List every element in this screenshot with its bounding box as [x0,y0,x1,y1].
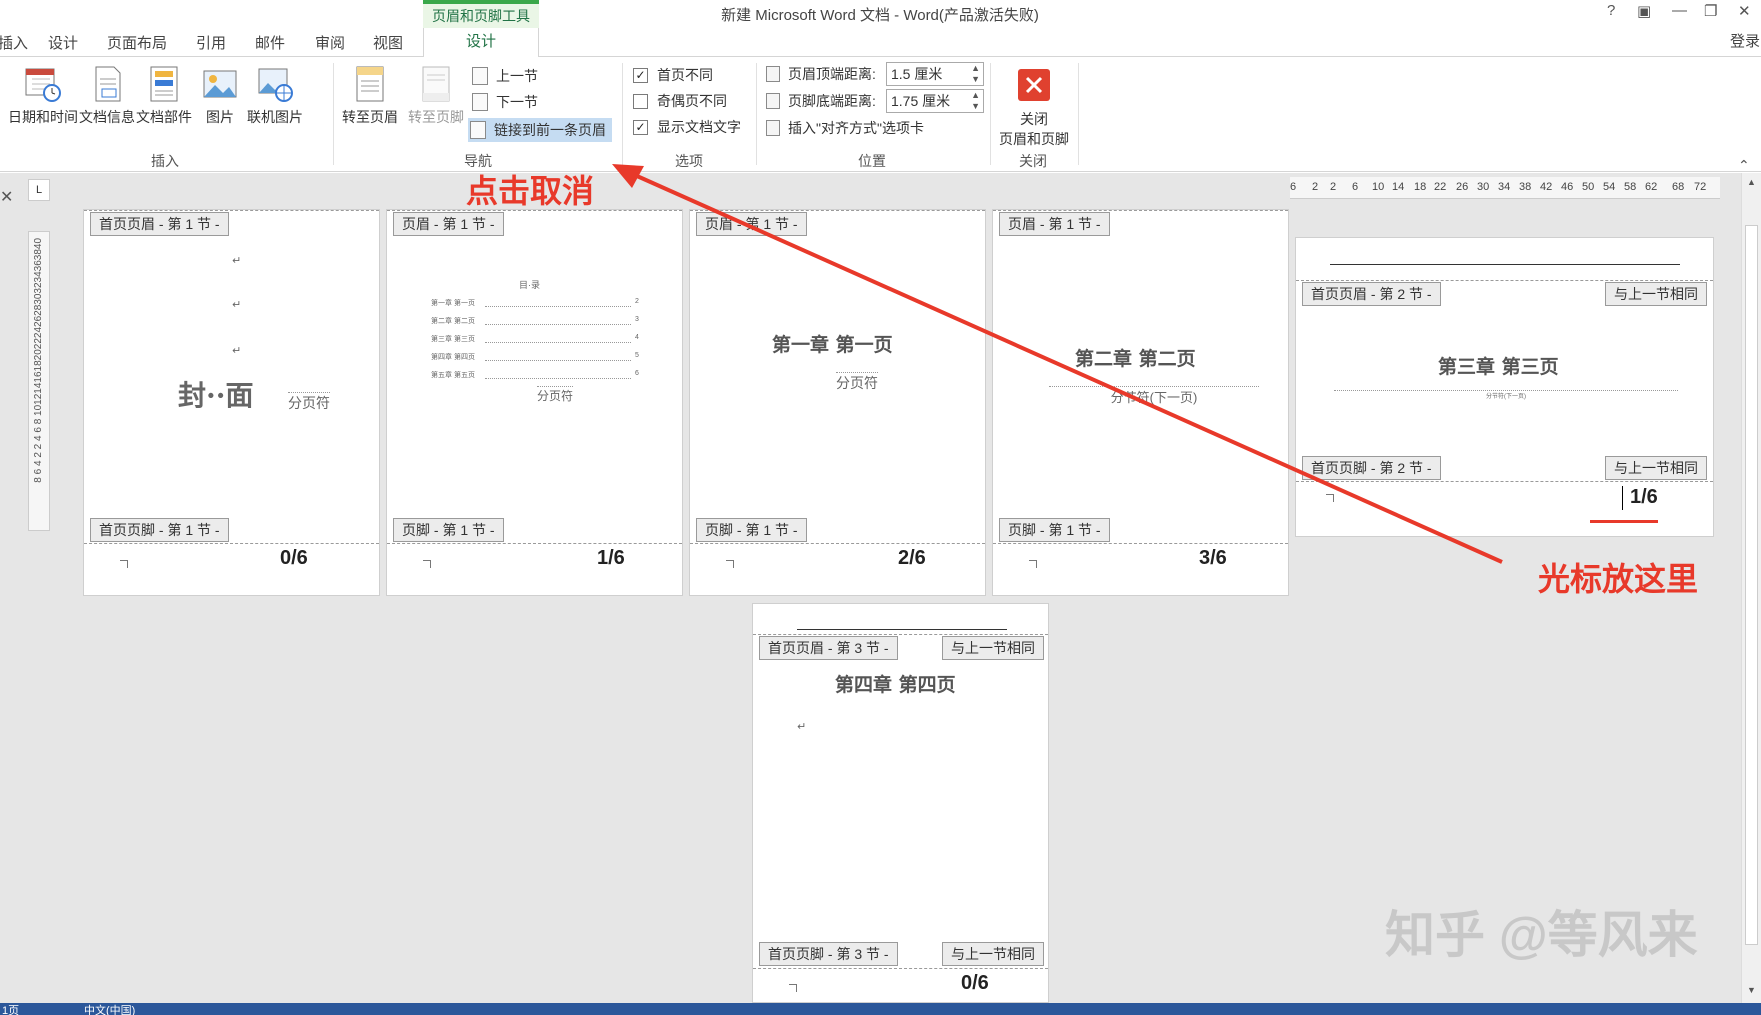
language-status[interactable]: 中文(中国) [84,1002,135,1015]
annotation-click-cancel: 点击取消 [466,173,595,209]
annotation-cursor-here: 光标放这里 [1538,561,1699,597]
status-bar: 1页 中文(中国) [0,1003,1761,1015]
arrow-line [627,170,1503,564]
watermark: 知乎 @等风来 [1385,907,1698,963]
page-info[interactable]: 1页 [2,1002,19,1015]
annotation-arrows [612,164,1503,564]
